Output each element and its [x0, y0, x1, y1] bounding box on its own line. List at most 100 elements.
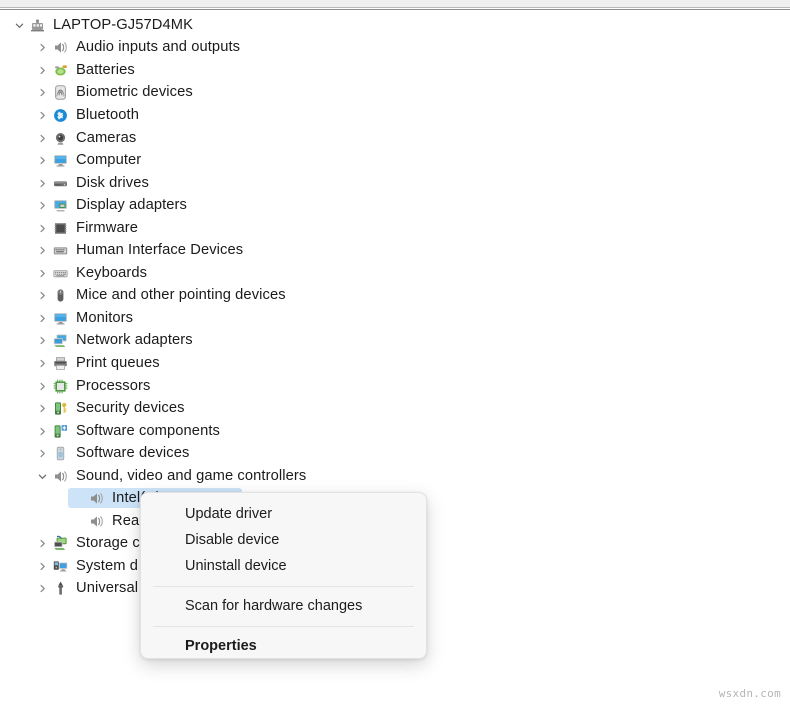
camera-icon	[52, 130, 69, 147]
tree-item-label: Keyboards	[76, 265, 147, 282]
chevron-right-icon[interactable]	[36, 334, 49, 347]
chevron-right-icon[interactable]	[36, 537, 49, 550]
tree-item-category[interactable]: Mice and other pointing devices	[0, 285, 790, 308]
tree-item-category[interactable]: Audio inputs and outputs	[0, 37, 790, 60]
tree-item-category[interactable]: Sound, video and game controllers	[0, 465, 790, 488]
toolbar-divider-bottom	[0, 9, 790, 10]
tree-item-label: Cameras	[76, 130, 136, 147]
device-manager-window: LAPTOP-GJ57D4MK Audio inputs and outputs B…	[0, 0, 790, 710]
bluetooth-icon	[52, 107, 69, 124]
firmware-chip-icon	[52, 220, 69, 237]
storage-controller-icon	[52, 535, 69, 552]
tree-item-category[interactable]: Print queues	[0, 352, 790, 375]
tree-item-label: Network adapters	[76, 332, 193, 349]
speaker-icon	[52, 468, 69, 485]
chevron-right-icon[interactable]	[36, 199, 49, 212]
monitor-icon	[52, 310, 69, 327]
tree-item-category[interactable]: Human Interface Devices	[0, 239, 790, 262]
chevron-right-icon[interactable]	[36, 222, 49, 235]
software-component-icon	[52, 423, 69, 440]
tree-item-category[interactable]: Monitors	[0, 307, 790, 330]
chevron-right-icon[interactable]	[36, 244, 49, 257]
security-key-icon	[52, 400, 69, 417]
tree-item-label: Batteries	[76, 62, 135, 79]
chevron-right-icon[interactable]	[36, 64, 49, 77]
tree-item-label: Mice and other pointing devices	[76, 287, 286, 304]
processor-icon	[52, 378, 69, 395]
tree-item-category[interactable]: Bluetooth	[0, 104, 790, 127]
chevron-right-icon[interactable]	[36, 154, 49, 167]
tree-item-label: Print queues	[76, 355, 160, 372]
chevron-right-icon[interactable]	[36, 560, 49, 573]
network-adapter-icon	[52, 332, 69, 349]
chevron-right-icon[interactable]	[36, 267, 49, 280]
hid-icon	[52, 242, 69, 259]
chevron-right-icon	[72, 515, 85, 528]
tree-item-label: Bluetooth	[76, 107, 139, 124]
tree-item-category[interactable]: Biometric devices	[0, 82, 790, 105]
mouse-icon	[52, 287, 69, 304]
menu-item-update-driver[interactable]: Update driver	[141, 501, 426, 527]
chevron-right-icon	[72, 492, 85, 505]
tree-item-category[interactable]: Batteries	[0, 59, 790, 82]
tree-item-label: Human Interface Devices	[76, 242, 243, 259]
monitor-icon	[52, 152, 69, 169]
software-device-icon	[52, 445, 69, 462]
chevron-right-icon[interactable]	[36, 380, 49, 393]
tree-item-category[interactable]: Cameras	[0, 127, 790, 150]
speaker-icon	[52, 39, 69, 56]
chevron-right-icon[interactable]	[36, 582, 49, 595]
chevron-right-icon[interactable]	[36, 425, 49, 438]
tree-item-category[interactable]: Disk drives	[0, 172, 790, 195]
tree-root-computer[interactable]: LAPTOP-GJ57D4MK	[0, 14, 790, 37]
toolbar-strip	[0, 0, 790, 7]
tree-item-label: Firmware	[76, 220, 138, 237]
tree-item-label: Software devices	[76, 445, 189, 462]
menu-item-uninstall-device[interactable]: Uninstall device	[141, 553, 426, 579]
menu-separator	[153, 626, 414, 627]
display-adapter-icon	[52, 197, 69, 214]
tree-item-label: Storage c	[76, 535, 140, 552]
tree-item-category[interactable]: Keyboards	[0, 262, 790, 285]
tree-item-category[interactable]: Network adapters	[0, 330, 790, 353]
tree-item-category[interactable]: Security devices	[0, 397, 790, 420]
tree-item-label: Security devices	[76, 400, 185, 417]
disk-drive-icon	[52, 175, 69, 192]
keyboard-icon	[52, 265, 69, 282]
tree-item-label: Processors	[76, 378, 150, 395]
chevron-right-icon[interactable]	[36, 289, 49, 302]
chevron-right-icon[interactable]	[36, 312, 49, 325]
tree-item-category[interactable]: Computer	[0, 149, 790, 172]
menu-separator	[153, 586, 414, 587]
chevron-right-icon[interactable]	[36, 109, 49, 122]
tree-item-category[interactable]: Processors	[0, 375, 790, 398]
speaker-icon	[88, 490, 105, 507]
chevron-right-icon[interactable]	[36, 402, 49, 415]
chevron-right-icon[interactable]	[36, 177, 49, 190]
chevron-right-icon[interactable]	[36, 447, 49, 460]
tree-item-category[interactable]: Display adapters	[0, 194, 790, 217]
usb-icon	[52, 580, 69, 597]
tree-item-label: System d	[76, 558, 138, 575]
chevron-down-icon[interactable]	[13, 19, 26, 32]
chevron-right-icon[interactable]	[36, 132, 49, 145]
chevron-down-icon[interactable]	[36, 470, 49, 483]
tree-item-label: LAPTOP-GJ57D4MK	[53, 17, 193, 34]
system-device-icon	[52, 558, 69, 575]
fingerprint-icon	[52, 84, 69, 101]
tree-item-label: Audio inputs and outputs	[76, 39, 240, 56]
printer-icon	[52, 355, 69, 372]
chevron-right-icon[interactable]	[36, 86, 49, 99]
tree-item-label: Disk drives	[76, 175, 149, 192]
tree-item-category[interactable]: Software components	[0, 420, 790, 443]
chevron-right-icon[interactable]	[36, 357, 49, 370]
tree-item-category[interactable]: Software devices	[0, 442, 790, 465]
context-menu[interactable]: Update driverDisable deviceUninstall dev…	[140, 492, 427, 659]
battery-icon	[52, 62, 69, 79]
tree-item-category[interactable]: Firmware	[0, 217, 790, 240]
menu-item-scan-for-hardware-changes[interactable]: Scan for hardware changes	[141, 593, 426, 619]
chevron-right-icon[interactable]	[36, 41, 49, 54]
menu-item-properties[interactable]: Properties	[141, 633, 426, 659]
tree-item-label: Software components	[76, 423, 220, 440]
menu-item-disable-device[interactable]: Disable device	[141, 527, 426, 553]
